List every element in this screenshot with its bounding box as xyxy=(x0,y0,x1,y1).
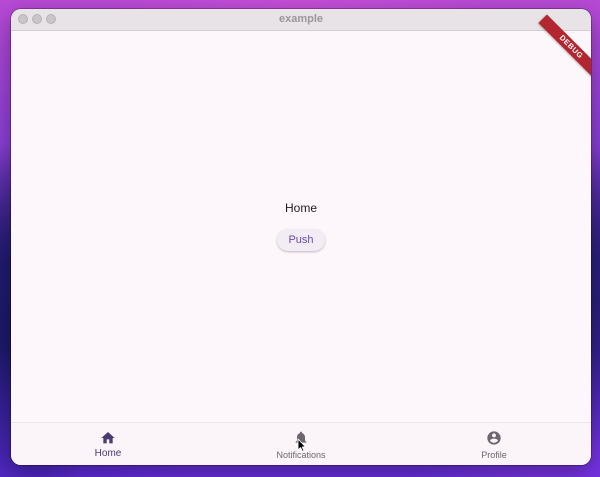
nav-item-label: Home xyxy=(94,448,122,459)
window-title: example xyxy=(278,13,324,25)
mouse-cursor-icon xyxy=(297,438,307,452)
title-bar: example xyxy=(11,9,591,31)
nav-item-label: Profile xyxy=(481,450,507,460)
account-circle-icon xyxy=(487,431,501,445)
nav-item-home[interactable]: Home xyxy=(68,423,148,465)
home-icon xyxy=(101,432,115,444)
main-content: DEBUG Home Push xyxy=(11,14,591,422)
nav-item-profile[interactable]: Profile xyxy=(454,423,534,465)
app-window: example DEBUG Home Push Home Notificatio… xyxy=(11,9,591,465)
push-button[interactable]: Push xyxy=(277,229,325,251)
page-title: Home xyxy=(284,201,317,215)
